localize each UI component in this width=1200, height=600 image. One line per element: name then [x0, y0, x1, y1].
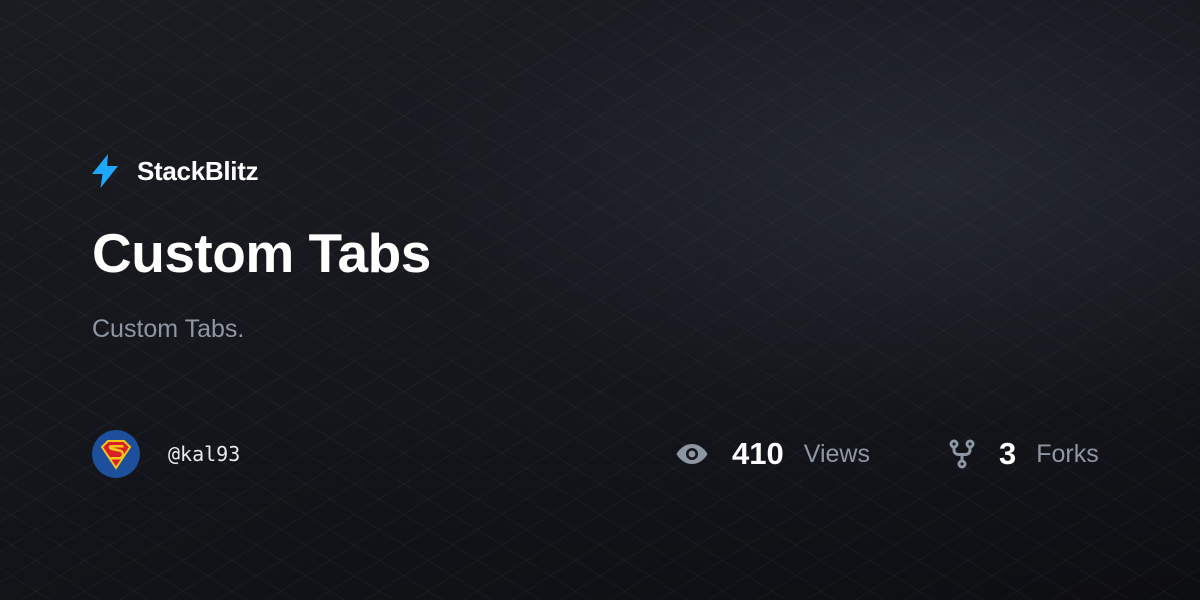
views-stat: 410 Views: [676, 430, 870, 478]
forks-count: 3: [999, 436, 1017, 471]
project-footer: @kal93 410 Views 3 Forks: [92, 430, 1102, 478]
forks-label: Forks: [1036, 439, 1099, 468]
eye-icon: [676, 444, 708, 464]
fork-icon: [949, 439, 975, 469]
views-count: 410: [732, 436, 784, 471]
project-title: Custom Tabs: [92, 222, 431, 284]
views-label: Views: [803, 439, 870, 468]
lightning-bolt-icon: [92, 154, 118, 188]
avatar: [92, 430, 140, 478]
project-description: Custom Tabs.: [92, 315, 245, 343]
brand-header: StackBlitz: [92, 154, 259, 188]
background-pattern: [0, 0, 1200, 600]
superman-logo-icon: [92, 430, 140, 478]
brand-name: StackBlitz: [137, 155, 259, 186]
author-username[interactable]: @kal93: [168, 441, 240, 467]
forks-stat: 3 Forks: [949, 430, 1099, 478]
